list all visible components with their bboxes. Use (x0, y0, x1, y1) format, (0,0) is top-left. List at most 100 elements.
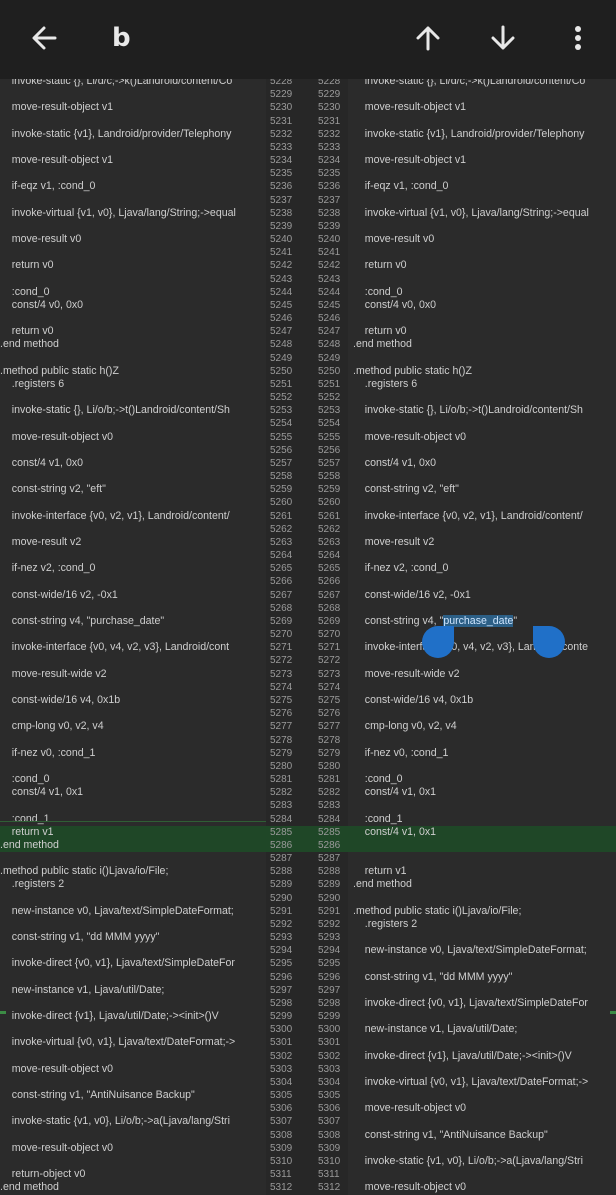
right-line-text[interactable]: invoke-virtual {v1, v0}, Ljava/lang/Stri… (353, 207, 616, 220)
right-line-text[interactable]: const/4 v1, 0x1 (353, 826, 616, 839)
left-line-text[interactable]: invoke-static {v1, v0}, Li/o/b;->a(Ljava… (0, 1115, 264, 1128)
left-line-text[interactable]: move-result-object v0 (0, 1142, 264, 1155)
left-line-text[interactable]: return-object v0 (0, 1168, 264, 1181)
more-options-button[interactable] (556, 16, 600, 60)
right-line-text[interactable]: const-wide/16 v2, -0x1 (353, 589, 616, 602)
right-line-text[interactable]: invoke-virtual {v0, v1}, Ljava/text/Date… (353, 1076, 616, 1089)
left-line-text[interactable]: if-nez v0, :cond_1 (0, 747, 264, 760)
left-line-text[interactable]: const-string v1, "dd MMM yyyy" (0, 931, 264, 944)
right-line-text[interactable]: move-result v0 (353, 233, 616, 246)
right-line-text[interactable]: .method public static h()Z (353, 365, 616, 378)
left-line-text[interactable]: const/4 v1, 0x0 (0, 457, 264, 470)
back-button[interactable] (22, 16, 66, 60)
left-line-text[interactable]: .registers 6 (0, 378, 264, 391)
right-line-text[interactable]: const/4 v1, 0x1 (353, 786, 616, 799)
right-line-text[interactable]: move-result-object v1 (353, 101, 616, 114)
left-line-text[interactable]: new-instance v1, Ljava/util/Date; (0, 984, 264, 997)
left-line-text[interactable]: const/4 v1, 0x1 (0, 786, 264, 799)
left-line-text[interactable]: :cond_0 (0, 286, 264, 299)
right-line-text[interactable]: invoke-interface {v0, v2, v1}, Landroid/… (353, 510, 616, 523)
left-line-text[interactable]: cmp-long v0, v2, v4 (0, 720, 264, 733)
right-line-text[interactable]: .end method (353, 878, 616, 891)
right-line-text[interactable]: :cond_0 (353, 286, 616, 299)
left-line-text[interactable]: invoke-static {}, Li/d/c;->k()Landroid/c… (0, 79, 264, 88)
right-line-text[interactable]: move-result-object v1 (353, 154, 616, 167)
right-line-text[interactable]: return v0 (353, 259, 616, 272)
left-line-text[interactable]: move-result-wide v2 (0, 668, 264, 681)
left-line-text[interactable]: invoke-interface {v0, v2, v1}, Landroid/… (0, 510, 264, 523)
next-diff-button[interactable] (481, 16, 525, 60)
left-line-text[interactable]: .end method (0, 839, 264, 852)
left-line-text[interactable]: move-result v2 (0, 536, 264, 549)
right-line-text[interactable]: const/4 v0, 0x0 (353, 299, 616, 312)
left-line-text[interactable]: invoke-interface {v0, v4, v2, v3}, Landr… (0, 641, 264, 654)
left-line-text[interactable]: if-nez v2, :cond_0 (0, 562, 264, 575)
selection-end-handle[interactable] (533, 626, 565, 658)
right-line-text[interactable]: move-result-object v0 (353, 1181, 616, 1194)
left-line-text[interactable]: const/4 v0, 0x0 (0, 299, 264, 312)
left-line-text[interactable]: return v0 (0, 259, 264, 272)
right-line-text[interactable]: invoke-direct {v1}, Ljava/util/Date;-><i… (353, 1050, 616, 1063)
right-line-text[interactable]: .registers 2 (353, 918, 616, 931)
right-line-text[interactable]: .end method (353, 338, 616, 351)
right-line-text[interactable]: .method public static i()Ljava/io/File; (353, 905, 616, 918)
right-line-text[interactable]: const-wide/16 v4, 0x1b (353, 694, 616, 707)
right-line-text[interactable]: new-instance v0, Ljava/text/SimpleDateFo… (353, 944, 616, 957)
right-line-text[interactable]: invoke-static {}, Li/d/c;->k()Landroid/c… (353, 79, 616, 88)
left-line-text[interactable]: invoke-direct {v1}, Ljava/util/Date;-><i… (0, 1010, 264, 1023)
right-line-text[interactable]: invoke-static {v1}, Landroid/provider/Te… (353, 128, 616, 141)
left-line-text[interactable]: if-eqz v1, :cond_0 (0, 180, 264, 193)
left-line-text[interactable]: const-string v2, "eft" (0, 483, 264, 496)
right-line-text[interactable]: const/4 v1, 0x0 (353, 457, 616, 470)
left-line-text[interactable]: invoke-static {}, Li/o/b;->t()Landroid/c… (0, 404, 264, 417)
left-line-text[interactable]: .method public static h()Z (0, 365, 264, 378)
right-line-text[interactable]: invoke-static {}, Li/o/b;->t()Landroid/c… (353, 404, 616, 417)
right-line-text[interactable]: invoke-direct {v0, v1}, Ljava/text/Simpl… (353, 997, 616, 1010)
selection-start-handle[interactable] (422, 626, 454, 658)
right-line-text[interactable]: move-result-wide v2 (353, 668, 616, 681)
left-line-text[interactable]: invoke-direct {v0, v1}, Ljava/text/Simpl… (0, 957, 264, 970)
right-line-text[interactable]: invoke-interface {v0, v4, v2, v3}, Landr… (353, 641, 616, 654)
left-line-text[interactable]: const-wide/16 v2, -0x1 (0, 589, 264, 602)
right-line-text[interactable]: move-result-object v0 (353, 431, 616, 444)
left-line-text[interactable]: invoke-static {v1}, Landroid/provider/Te… (0, 128, 264, 141)
right-line-text[interactable]: if-nez v0, :cond_1 (353, 747, 616, 760)
right-line-text[interactable]: :cond_0 (353, 773, 616, 786)
right-line-text[interactable]: const-string v1, "AntiNuisance Backup" (353, 1129, 616, 1142)
right-line-text[interactable]: invoke-static {v1, v0}, Li/o/b;->a(Ljava… (353, 1155, 616, 1168)
left-line-text[interactable]: const-string v1, "AntiNuisance Backup" (0, 1089, 264, 1102)
left-line-text[interactable]: invoke-virtual {v1, v0}, Ljava/lang/Stri… (0, 207, 264, 220)
right-line-text[interactable]: :cond_1 (353, 813, 616, 826)
right-line-text[interactable]: const-string v2, "eft" (353, 483, 616, 496)
right-line-text[interactable]: move-result v2 (353, 536, 616, 549)
left-line-text[interactable]: new-instance v0, Ljava/text/SimpleDateFo… (0, 905, 264, 918)
left-line-text[interactable]: invoke-virtual {v0, v1}, Ljava/text/Date… (0, 1036, 264, 1049)
right-line-text[interactable]: return v1 (353, 865, 616, 878)
left-line-text[interactable]: move-result v0 (0, 233, 264, 246)
left-line-text[interactable]: .method public static i()Ljava/io/File; (0, 865, 264, 878)
left-line-text[interactable]: return v1 (0, 826, 264, 839)
left-line-text[interactable]: return v0 (0, 325, 264, 338)
right-line-text[interactable]: const-string v4, "purchase_date" (353, 614, 616, 628)
right-line-text[interactable]: cmp-long v0, v2, v4 (353, 720, 616, 733)
left-line-text[interactable]: .end method (0, 1181, 264, 1194)
left-line-text[interactable]: move-result-object v0 (0, 431, 264, 444)
right-line-text[interactable]: const-string v1, "dd MMM yyyy" (353, 971, 616, 984)
left-line-text[interactable]: :cond_1 (0, 813, 264, 826)
left-line-text[interactable]: move-result-object v1 (0, 154, 264, 167)
left-line-text[interactable]: :cond_0 (0, 773, 264, 786)
left-line-text[interactable]: const-string v4, "purchase_date" (0, 615, 264, 628)
right-line-text[interactable]: move-result-object v0 (353, 1102, 616, 1115)
left-line-text[interactable]: move-result-object v1 (0, 101, 264, 114)
right-line-text[interactable]: if-nez v2, :cond_0 (353, 562, 616, 575)
right-line-text[interactable]: return v0 (353, 325, 616, 338)
left-line-text[interactable]: .end method (0, 338, 264, 351)
left-line-text[interactable]: const-wide/16 v4, 0x1b (0, 694, 264, 707)
right-line-text[interactable]: new-instance v1, Ljava/util/Date; (353, 1023, 616, 1036)
right-line-text[interactable]: if-eqz v1, :cond_0 (353, 180, 616, 193)
left-line-text[interactable]: move-result-object v0 (0, 1063, 264, 1076)
previous-diff-button[interactable] (406, 16, 450, 60)
left-line-text[interactable]: .registers 2 (0, 878, 264, 891)
diff-view[interactable]: invoke-static {}, Li/d/c;->k()Landroid/c… (0, 79, 616, 1195)
right-line-text[interactable]: .registers 6 (353, 378, 616, 391)
